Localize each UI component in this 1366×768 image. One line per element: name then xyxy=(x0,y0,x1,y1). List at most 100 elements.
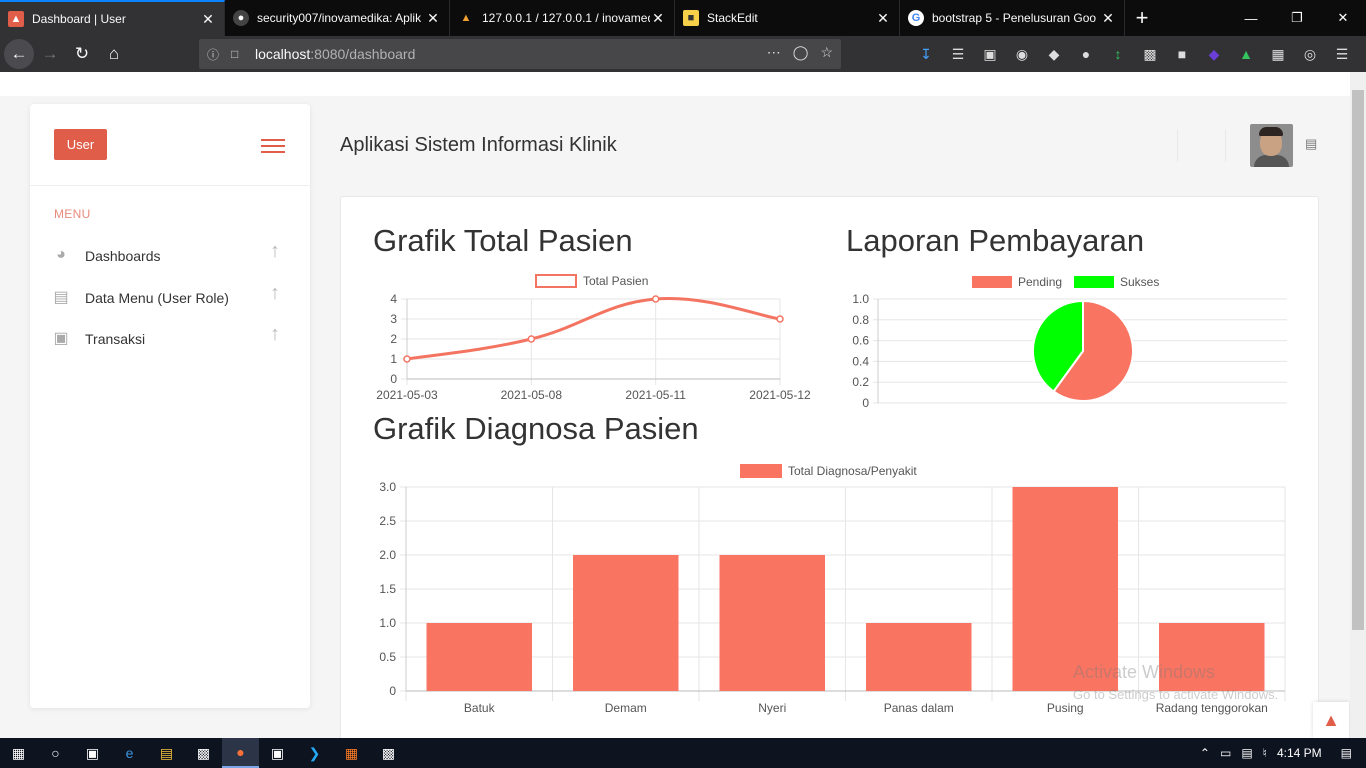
arrow-up-icon: ↑ xyxy=(270,323,280,345)
y-tick-label: 0.8 xyxy=(852,313,869,327)
hamburger-icon[interactable] xyxy=(261,139,285,157)
extension-icon[interactable]: ▲ xyxy=(1230,46,1262,62)
chevron-up-icon[interactable]: ⌃ xyxy=(1195,746,1215,760)
window-close-icon[interactable]: ✕ xyxy=(1320,0,1366,36)
page-content: User MENU ◕ Dashboards ↑ ▤ Data Menu (Us… xyxy=(0,72,1350,738)
avatar[interactable] xyxy=(1250,124,1293,167)
extension-icon[interactable]: ▦ xyxy=(1262,46,1294,63)
volume-icon[interactable]: ♮ xyxy=(1258,746,1272,760)
charts-canvas: 0 1 2 3 4 2021-05-03 2021-05-08 2021-05-11 2021-… xyxy=(376,274,1287,715)
file-explorer-icon[interactable]: ▤ xyxy=(148,738,185,768)
data-point xyxy=(527,335,536,343)
x-tick-label: Panas dalam xyxy=(884,701,954,715)
more-icon[interactable]: ⋯ xyxy=(767,44,781,61)
pocket-icon[interactable]: ◯ xyxy=(793,44,809,61)
page-scrollbar[interactable] xyxy=(1350,72,1366,738)
legend-swatch xyxy=(535,274,577,288)
store-icon[interactable]: ▩ xyxy=(185,738,222,768)
bookmark-star-icon[interactable]: ☆ xyxy=(820,44,833,61)
flame-icon: ▲ xyxy=(8,11,24,27)
x-tick-label: 2021-05-11 xyxy=(625,388,686,402)
close-icon[interactable]: ✕ xyxy=(875,10,891,27)
menu-icon[interactable]: ☰ xyxy=(1326,46,1358,63)
new-tab-button[interactable]: + xyxy=(1125,0,1159,36)
minimize-icon[interactable]: — xyxy=(1228,0,1274,36)
search-icon[interactable]: ○ xyxy=(37,738,74,768)
browser-tab-2[interactable]: ▲ 127.0.0.1 / 127.0.0.1 / inovamed ✕ xyxy=(450,0,675,36)
x-tick-label: Pusing xyxy=(1047,701,1084,715)
sidebar-item-transaksi[interactable]: ▣ Transaksi ↑ xyxy=(50,323,300,353)
extension-icon[interactable]: ● xyxy=(1070,46,1102,62)
close-icon[interactable]: ✕ xyxy=(200,11,216,28)
close-icon[interactable]: ✕ xyxy=(1100,10,1116,27)
sidebar-item-data-menu[interactable]: ▤ Data Menu (User Role) ↑ xyxy=(50,282,300,312)
dashboard-card: Grafik Total Pasien Laporan Pembayaran G… xyxy=(340,196,1319,738)
tab-title: StackEdit xyxy=(707,11,758,25)
browser-tab-1[interactable]: ● security007/inovamedika: Aplik ✕ xyxy=(225,0,450,36)
windows-start-icon[interactable]: ▦ xyxy=(0,738,37,768)
sidebar-item-label: Data Menu (User Role) xyxy=(85,290,229,306)
user-button[interactable]: User xyxy=(54,129,107,160)
sidebar-icon[interactable]: ▣ xyxy=(974,46,1006,63)
edge-icon[interactable]: e xyxy=(111,738,148,768)
google-icon: G xyxy=(908,10,924,26)
bar-nyeri xyxy=(719,555,825,691)
legend-swatch xyxy=(972,276,1012,288)
x-tick-label: 2021-05-12 xyxy=(749,388,811,402)
y-tick-label: 0 xyxy=(862,396,869,410)
extension-icon[interactable]: ◆ xyxy=(1038,46,1070,63)
globe-icon[interactable]: ◎ xyxy=(1294,46,1326,63)
tab-title: bootstrap 5 - Penelusuran Goo xyxy=(932,11,1097,25)
info-icon[interactable]: ⓘ xyxy=(207,46,223,63)
tab-title: 127.0.0.1 / 127.0.0.1 / inovamed xyxy=(482,11,650,25)
close-icon[interactable]: ✕ xyxy=(425,10,441,27)
sidebar-item-dashboards[interactable]: ◕ Dashboards ↑ xyxy=(50,240,300,270)
user-card-icon: ▣ xyxy=(53,330,69,347)
bar-panas-dalam xyxy=(866,623,972,691)
maximize-icon[interactable]: ❐ xyxy=(1274,0,1320,36)
stackedit-icon: ■ xyxy=(683,10,699,26)
task-view-icon[interactable]: ▣ xyxy=(74,738,111,768)
message-icon[interactable]: ▤ xyxy=(1305,136,1317,152)
watermark-line1: Activate Windows xyxy=(1073,662,1216,682)
extension-icon[interactable]: ■ xyxy=(1166,46,1198,62)
account-icon[interactable]: ◉ xyxy=(1006,46,1038,63)
vscode-icon[interactable]: ❯ xyxy=(296,738,333,768)
url-bar[interactable]: ⓘ □ localhost:8080/dashboard ⋯ ◯ ☆ xyxy=(199,39,841,69)
library-icon[interactable]: ☰ xyxy=(942,46,974,63)
sidebar: User MENU ◕ Dashboards ↑ ▤ Data Menu (Us… xyxy=(30,104,310,708)
reload-icon[interactable]: ↻ xyxy=(66,38,98,70)
extension-icon[interactable]: ▩ xyxy=(1134,46,1166,63)
forward-icon[interactable]: → xyxy=(34,38,66,70)
menu-label: MENU xyxy=(54,207,91,221)
back-icon[interactable]: ← xyxy=(4,39,34,69)
flame-icon[interactable]: ▲ xyxy=(1313,702,1349,738)
browser-tab-4[interactable]: G bootstrap 5 - Penelusuran Goo ✕ xyxy=(900,0,1125,36)
browser-tab-bar: ▲ Dashboard | User ✕ ● security007/inova… xyxy=(0,0,1366,36)
bar-batuk xyxy=(426,623,532,691)
page-icon: □ xyxy=(231,47,239,61)
home-icon[interactable]: ⌂ xyxy=(98,38,130,70)
sidebar-header: User xyxy=(30,104,310,186)
notification-icon[interactable]: ▤ xyxy=(1327,746,1366,760)
xampp-icon[interactable]: ▦ xyxy=(333,738,370,768)
legend-label: Total Pasien xyxy=(583,274,648,288)
arrow-up-icon: ↑ xyxy=(270,282,280,304)
activate-windows-watermark: Activate Windows Go to Settings to activ… xyxy=(1073,662,1278,702)
close-icon[interactable]: ✕ xyxy=(650,10,666,27)
download-icon[interactable]: ↧ xyxy=(910,46,942,63)
browser-tab-0[interactable]: ▲ Dashboard | User ✕ xyxy=(0,0,225,36)
extension-icon[interactable]: ↕ xyxy=(1102,46,1134,62)
clock[interactable]: 4:14 PM xyxy=(1272,746,1327,760)
battery-icon[interactable]: ▭ xyxy=(1215,746,1236,760)
x-tick-label: Batuk xyxy=(464,701,496,715)
legend-swatch xyxy=(1074,276,1114,288)
x-tick-label: Nyeri xyxy=(758,701,786,715)
firefox-icon[interactable]: ● xyxy=(222,738,259,768)
terminal-icon[interactable]: ▩ xyxy=(370,738,407,768)
legend-label: Sukses xyxy=(1120,275,1159,289)
app-icon[interactable]: ▣ xyxy=(259,738,296,768)
network-icon[interactable]: ▤ xyxy=(1236,746,1257,760)
extension-icon[interactable]: ◆ xyxy=(1198,46,1230,63)
browser-tab-3[interactable]: ■ StackEdit ✕ xyxy=(675,0,900,36)
